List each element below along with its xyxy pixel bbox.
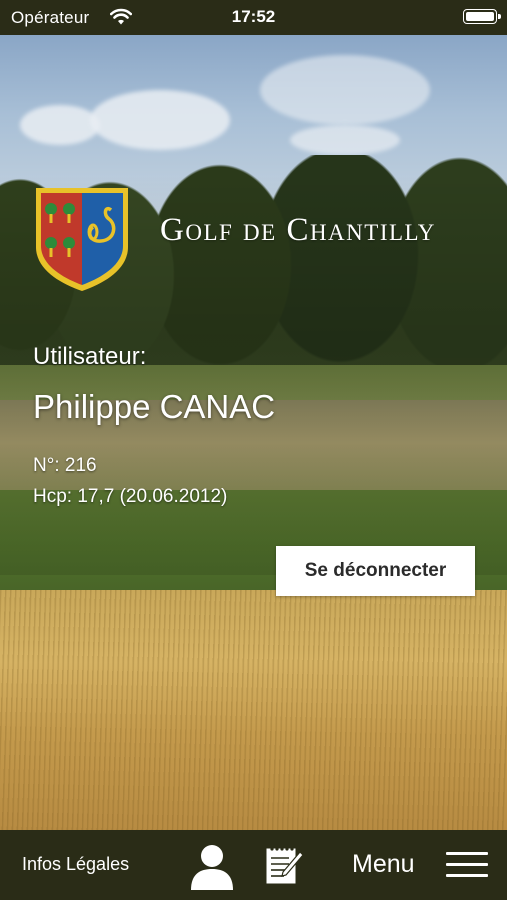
status-bar: Opérateur 17:52 — [0, 0, 507, 35]
background-photo — [0, 35, 507, 830]
bottom-bar: Infos Légales Menu — [0, 830, 507, 900]
clock: 17:52 — [231, 7, 276, 26]
logout-button[interactable]: Se déconnecter — [276, 546, 475, 596]
handicap-info: Hcp: 17,7 (20.06.2012) — [33, 486, 228, 507]
battery-icon — [463, 9, 501, 24]
member-number: N°: 216 — [33, 455, 97, 476]
menu-label[interactable]: Menu — [352, 850, 415, 879]
person-icon[interactable] — [190, 844, 234, 890]
notepad-icon[interactable] — [264, 844, 304, 886]
club-name: Golf de Chantilly — [160, 212, 436, 248]
coat-of-arms-icon — [33, 185, 131, 293]
legal-info-link[interactable]: Infos Légales — [22, 854, 129, 875]
user-caption: Utilisateur: — [33, 343, 147, 370]
hamburger-icon[interactable] — [446, 850, 488, 880]
user-name: Philippe CANAC — [33, 388, 276, 425]
